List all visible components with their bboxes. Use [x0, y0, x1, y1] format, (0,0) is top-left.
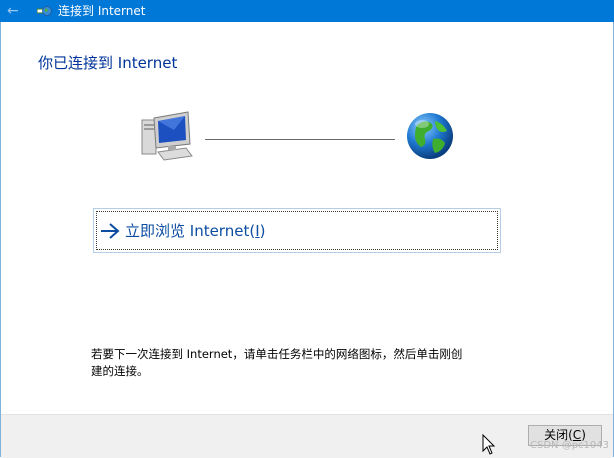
connection-hint-text: 若要下一次连接到 Internet，请单击任务栏中的网络图标，然后单击刚创建的连…: [91, 347, 463, 378]
window-border-left: [0, 22, 1, 457]
footer-bar: 关闭(C): [1, 414, 613, 458]
window-title: 连接到 Internet: [58, 4, 146, 18]
network-globe-icon: [37, 6, 52, 16]
focus-rectangle: [96, 211, 498, 250]
browse-internet-link[interactable]: 立即浏览 Internet(I): [93, 208, 501, 253]
back-arrow-icon[interactable]: ←: [7, 2, 23, 20]
title-bar: ← 连接到 Internet: [0, 0, 614, 22]
computer-icon: [141, 111, 193, 161]
watermark: CSDN @pc1043: [530, 440, 609, 451]
page-heading: 你已连接到 Internet: [38, 54, 178, 72]
connection-line: [205, 139, 395, 140]
mouse-cursor-icon: [482, 434, 496, 455]
globe-icon: [407, 113, 453, 159]
